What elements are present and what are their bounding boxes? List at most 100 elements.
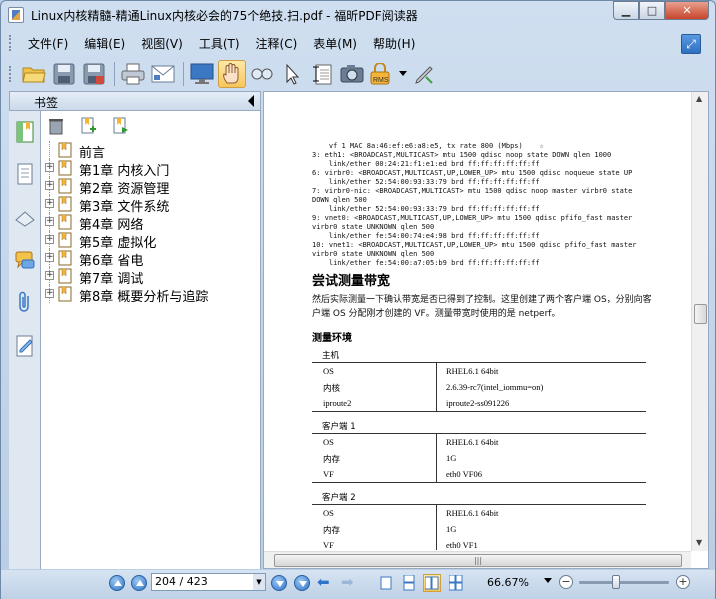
menu-view[interactable]: 视图(V) — [133, 35, 191, 52]
code-line: virbr0 state UNKNOWN qlen 500 — [312, 223, 435, 231]
forward-view-icon[interactable]: ➡ — [341, 575, 359, 590]
email-icon[interactable] — [149, 60, 177, 88]
table-divider — [436, 363, 437, 379]
sidebar-header: 书签 — [9, 91, 261, 111]
next-page-icon[interactable] — [271, 575, 287, 591]
fullscreen-icon[interactable] — [188, 60, 216, 88]
menu-file[interactable]: 文件(F) — [20, 35, 76, 52]
previous-page-icon[interactable] — [131, 575, 147, 591]
print-icon[interactable] — [119, 60, 147, 88]
camera-icon[interactable] — [338, 60, 366, 88]
table-row: OS RHEL6.1 64bit — [312, 363, 646, 379]
continuous-facing-icon[interactable] — [447, 574, 465, 592]
table-rule — [312, 411, 646, 412]
expand-icon[interactable]: + — [45, 235, 54, 244]
menu-comment[interactable]: 注释(C) — [248, 35, 306, 52]
table-value: RHEL6.1 64bit — [446, 366, 499, 376]
bookmark-icon — [58, 142, 72, 158]
horizontal-scroll-thumb[interactable]: ||| — [274, 554, 682, 567]
bookmark-item[interactable]: + 第7章 调试 — [41, 267, 251, 287]
hand-tool-icon[interactable] — [218, 60, 246, 88]
page-number-field[interactable]: 204 / 423 ▼ — [151, 573, 266, 591]
zoom-dropdown-icon[interactable] — [544, 578, 552, 583]
text-select-icon[interactable] — [308, 60, 336, 88]
sidebar-title: 书签 — [34, 96, 59, 110]
code-line: virbr0 state UNKNOWN qlen 500 — [312, 250, 435, 258]
expand-icon[interactable]: + — [45, 271, 54, 280]
add-child-bookmark-icon[interactable] — [109, 115, 131, 137]
bookmark-icon — [58, 232, 72, 248]
code-line: link/ether 52:54:00:93:33:79 brd ff:ff:f… — [312, 178, 540, 186]
bookmark-item[interactable]: + 第5章 虚拟化 — [41, 231, 251, 251]
bookmark-item[interactable]: + 第3章 文件系统 — [41, 195, 251, 215]
menu-tools[interactable]: 工具(T) — [191, 35, 248, 52]
collapse-sidebar-icon[interactable] — [248, 95, 254, 107]
continuous-page-icon[interactable] — [400, 574, 418, 592]
close-button[interactable]: ✕ — [665, 1, 709, 20]
save-as-icon[interactable] — [80, 60, 108, 88]
bookmark-item[interactable]: + 第2章 资源管理 — [41, 177, 251, 197]
zoom-slider[interactable] — [579, 575, 669, 589]
expand-icon[interactable]: + — [45, 181, 54, 190]
expand-icon[interactable]: + — [45, 163, 54, 172]
last-page-icon[interactable] — [294, 575, 310, 591]
expand-icon[interactable]: + — [45, 217, 54, 226]
expand-icon[interactable]: + — [45, 253, 54, 262]
pages-tab-icon[interactable] — [12, 161, 38, 187]
bookmark-item[interactable]: + 第4章 网络 — [41, 213, 251, 233]
bookmarks-tab-icon[interactable] — [12, 119, 38, 145]
toolbar-grip-2[interactable] — [9, 66, 12, 82]
expand-icon[interactable]: + — [45, 289, 54, 298]
first-page-icon[interactable] — [109, 575, 125, 591]
zoom-level[interactable]: 66.67% — [487, 576, 529, 589]
back-view-icon[interactable]: ⬅ — [317, 575, 335, 590]
expand-icon[interactable]: + — [45, 199, 54, 208]
menu-edit[interactable]: 编辑(E) — [76, 35, 133, 52]
select-arrow-icon[interactable] — [278, 60, 306, 88]
rms-lock-icon[interactable]: RMS — [368, 60, 396, 88]
maximize-button[interactable]: □ — [639, 1, 665, 20]
sign-pen-icon[interactable] — [410, 60, 438, 88]
snapshot-zoom-icon[interactable] — [248, 60, 276, 88]
save-icon[interactable] — [50, 60, 78, 88]
zoom-out-icon[interactable]: − — [559, 575, 573, 589]
zoom-in-icon[interactable]: + — [676, 575, 690, 589]
single-page-icon[interactable] — [377, 574, 395, 592]
comments-tab-icon[interactable] — [12, 247, 38, 273]
scroll-down-icon[interactable]: ▼ — [696, 538, 702, 547]
main-toolbar: RMS — [9, 57, 709, 91]
bookmark-item[interactable]: + 第6章 省电 — [41, 249, 251, 269]
signatures-tab-icon[interactable] — [12, 333, 38, 359]
vertical-scrollbar[interactable]: ▲ ▼ — [691, 92, 708, 551]
vertical-scroll-thumb[interactable] — [694, 304, 707, 324]
add-bookmark-icon[interactable] — [77, 115, 99, 137]
table-divider — [436, 379, 437, 395]
page-dropdown-icon[interactable]: ▼ — [253, 574, 265, 590]
code-line: 9: vnet0: <BROADCAST,MULTICAST,UP,LOWER_… — [312, 214, 633, 222]
horizontal-scrollbar[interactable]: ||| — [264, 551, 691, 568]
rms-dropdown-icon[interactable] — [398, 60, 408, 88]
table-key: VF — [323, 469, 334, 479]
delete-bookmark-icon[interactable] — [45, 115, 67, 137]
table-value: eth0 VF06 — [446, 469, 482, 479]
bookmark-item[interactable]: 前言 — [41, 141, 251, 161]
scroll-up-icon[interactable]: ▲ — [696, 94, 702, 103]
expand-view-icon[interactable]: ⤢ — [681, 34, 701, 54]
menu-form[interactable]: 表单(M) — [305, 35, 365, 52]
menu-help[interactable]: 帮助(H) — [365, 35, 423, 52]
code-line: vf 1 MAC 8a:46:ef:e6:a8:e5, tx rate 800 … — [312, 142, 544, 150]
minimize-button[interactable]: ▁ — [613, 1, 639, 20]
zoom-slider-knob[interactable] — [611, 575, 620, 589]
open-folder-icon[interactable] — [20, 60, 48, 88]
table-section-label: 客户端 1 — [322, 422, 356, 432]
toolbar-grip[interactable] — [9, 35, 12, 51]
table-section-label: 客户端 2 — [322, 493, 356, 503]
bookmark-item[interactable]: + 第8章 概要分析与追踪 — [41, 285, 251, 305]
attachments-tab-icon[interactable] — [12, 289, 38, 315]
layers-tab-icon[interactable] — [12, 205, 38, 231]
bookmark-icon — [58, 196, 72, 212]
bookmark-item[interactable]: + 第1章 内核入门 — [41, 159, 251, 179]
table-value: eth0 VF1 — [446, 540, 478, 550]
facing-page-icon[interactable] — [423, 574, 441, 592]
code-line: 6: virbr0: <BROADCAST,MULTICAST,UP,LOWER… — [312, 169, 633, 177]
